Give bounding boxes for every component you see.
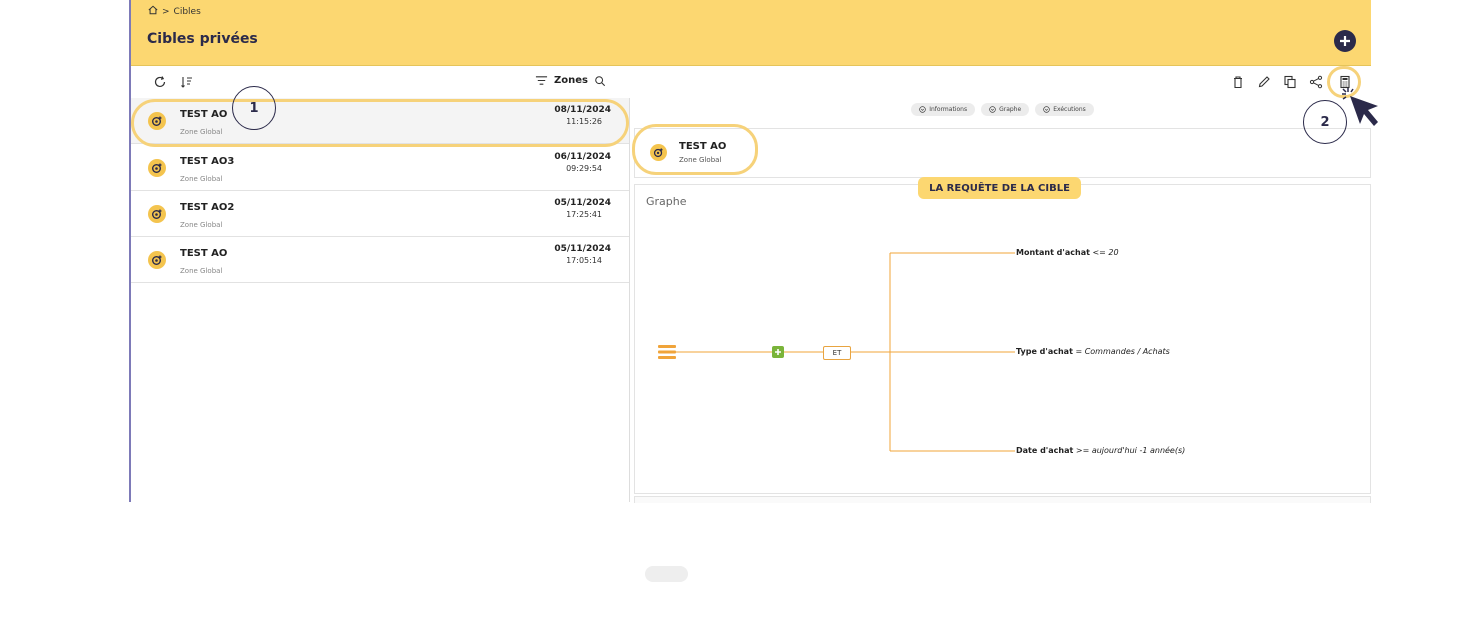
search-icon[interactable] — [594, 75, 606, 87]
zones-filter-label: Zones — [554, 75, 588, 86]
list-item-name: TEST AO2 — [180, 202, 235, 213]
list-item-zone: Zone Global — [180, 221, 223, 229]
target-list: TEST AO Zone Global 08/11/2024 11:15:26 … — [131, 98, 630, 502]
list-item-name: TEST AO — [180, 248, 228, 259]
app-window: > Cibles Cibles privées Zones TEST AO Zo… — [129, 0, 1371, 503]
operator-node[interactable]: ET — [823, 346, 851, 360]
refresh-icon[interactable] — [152, 74, 168, 90]
list-item-time: 09:29:54 — [566, 164, 602, 173]
target-icon — [148, 159, 166, 177]
condition-operator: = — [1075, 347, 1083, 356]
list-source-icon — [658, 345, 676, 359]
edit-icon[interactable] — [1256, 74, 1272, 90]
condition-value: Commandes / Achats — [1084, 347, 1170, 356]
detail-tabs: Informations Graphe Exécutions — [634, 103, 1371, 116]
list-item[interactable]: TEST AO2 Zone Global 05/11/2024 17:25:41 — [131, 191, 629, 237]
tab-label: Informations — [929, 106, 968, 113]
condition-field: Montant d'achat — [1016, 248, 1090, 257]
page-title: Cibles privées — [147, 31, 258, 47]
list-item[interactable]: TEST AO Zone Global 05/11/2024 17:05:14 — [131, 237, 629, 283]
copy-icon[interactable] — [1282, 74, 1298, 90]
tab-label: Graphe — [999, 106, 1022, 113]
condition-value: 20 — [1108, 248, 1119, 257]
list-item[interactable]: TEST AO3 Zone Global 06/11/2024 09:29:54 — [131, 145, 629, 191]
list-item-zone: Zone Global — [180, 267, 223, 275]
highlight-summary — [632, 124, 758, 175]
list-item-time: 17:05:14 — [566, 256, 602, 265]
add-target-button[interactable] — [1334, 30, 1356, 52]
breadcrumb-item-cibles[interactable]: Cibles — [174, 7, 201, 17]
chevron-circle-icon — [1043, 106, 1050, 113]
chevron-circle-icon — [919, 106, 926, 113]
list-item-zone: Zone Global — [180, 175, 223, 183]
page-header: > Cibles Cibles privées — [131, 0, 1371, 66]
delete-icon[interactable] — [1230, 74, 1246, 90]
toolbar — [131, 66, 1371, 98]
sort-icon[interactable] — [179, 74, 195, 90]
condition-value: aujourd'hui -1 année(s) — [1091, 446, 1186, 455]
condition-node[interactable]: Date d'achat >= aujourd'hui -1 année(s) — [1016, 446, 1185, 455]
share-icon[interactable] — [1308, 74, 1324, 90]
step-badge-1: 1 — [232, 86, 276, 130]
breadcrumb-separator: > — [162, 6, 170, 17]
condition-node[interactable]: Type d'achat = Commandes / Achats — [1016, 347, 1170, 356]
breadcrumb[interactable]: > Cibles — [148, 5, 201, 18]
add-condition-icon[interactable] — [772, 346, 784, 358]
list-item-date: 05/11/2024 — [554, 198, 611, 208]
target-icon — [148, 251, 166, 269]
query-graph-lines — [675, 252, 1015, 452]
list-item-date: 05/11/2024 — [554, 244, 611, 254]
tab-informations[interactable]: Informations — [911, 103, 976, 116]
list-item-time: 17:25:41 — [566, 210, 602, 219]
scroll-indicator[interactable] — [645, 566, 688, 582]
condition-field: Date d'achat — [1016, 446, 1074, 455]
condition-node[interactable]: Montant d'achat <= 20 — [1016, 248, 1119, 257]
graph-card: Graphe ET Montant d'achat <= 20 Type d'a… — [634, 184, 1371, 494]
highlight-list-item — [131, 99, 629, 147]
zones-filter[interactable]: Zones — [535, 74, 606, 87]
list-item-date: 06/11/2024 — [554, 152, 611, 162]
tab-graphe[interactable]: Graphe — [981, 103, 1030, 116]
next-card-edge — [634, 496, 1371, 503]
list-item-name: TEST AO3 — [180, 156, 235, 167]
tab-executions[interactable]: Exécutions — [1035, 103, 1094, 116]
condition-field: Type d'achat — [1016, 347, 1073, 356]
target-icon — [148, 205, 166, 223]
cursor-pointer-icon — [1342, 88, 1378, 126]
condition-operator: <= — [1092, 248, 1106, 257]
tab-label: Exécutions — [1053, 106, 1086, 113]
annotation-label: LA REQUÊTE DE LA CIBLE — [918, 177, 1081, 199]
chevron-circle-icon — [989, 106, 996, 113]
plus-icon — [1340, 36, 1350, 46]
condition-operator: >= — [1075, 446, 1090, 455]
filter-icon — [535, 76, 548, 85]
home-icon[interactable] — [148, 5, 158, 18]
